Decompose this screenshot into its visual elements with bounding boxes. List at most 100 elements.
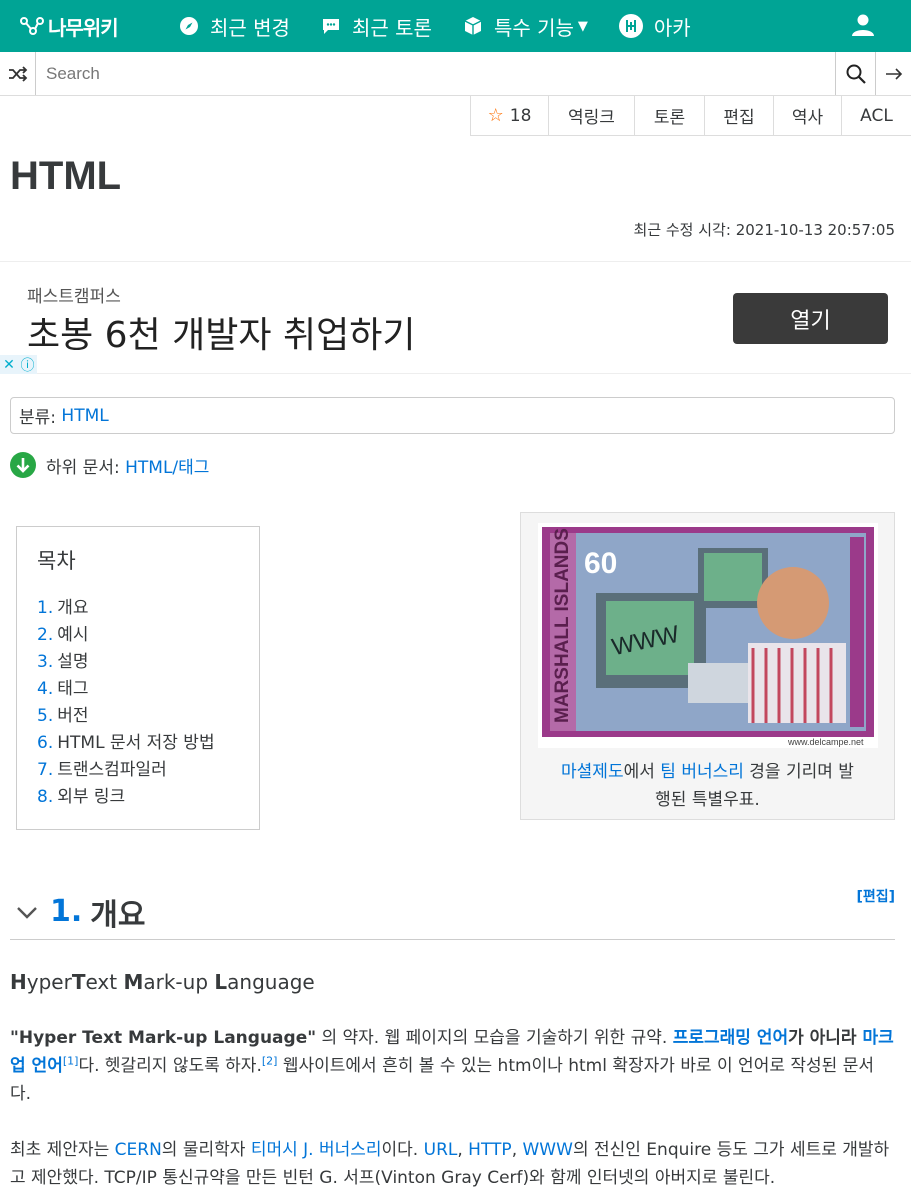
toc-item[interactable]: 4. 태그	[37, 676, 239, 703]
acronym-part: ark-up	[143, 970, 215, 994]
toc-num[interactable]: 5.	[37, 706, 53, 726]
backlinks-button[interactable]: 역링크	[548, 96, 634, 135]
toc-num[interactable]: 1.	[37, 598, 53, 618]
toc-item[interactable]: 3. 설명	[37, 649, 239, 676]
category-box: 분류: HTML	[10, 397, 895, 434]
last-modified: 최근 수정 시각: 2021-10-13 20:57:05	[634, 219, 895, 240]
section-edit-link[interactable]: [편집]	[856, 886, 895, 906]
nav-recent-changes-label: 최근 변경	[210, 15, 290, 40]
bold-text: 가 아니라	[788, 1028, 863, 1048]
stamp-value-text: 60	[584, 547, 617, 580]
acronym-part: ext	[85, 970, 124, 994]
toc-num[interactable]: 4.	[37, 679, 53, 699]
nav-special-functions[interactable]: 특수 기능 ▼	[462, 12, 588, 41]
toc-item[interactable]: 5. 버전	[37, 703, 239, 730]
acronym-letter: H	[10, 970, 27, 994]
acronym-letter: L	[214, 970, 228, 994]
paragraph-definition: "Hyper Text Mark-up Language" 의 약자. 웹 페이…	[10, 1024, 895, 1108]
discuss-button[interactable]: 토론	[634, 96, 704, 135]
nav-arca[interactable]: 아카	[618, 12, 691, 41]
last-modified-time: 2021-10-13 20:57:05	[735, 221, 895, 239]
paragraph-text: 의 약자. 웹 페이지의 모습을 기술하기 위한 규약.	[316, 1028, 673, 1048]
link-www[interactable]: WWW	[523, 1140, 573, 1160]
paragraph-text: ,	[511, 1140, 523, 1160]
compass-icon	[178, 15, 200, 37]
toc-label: 개요	[57, 598, 89, 618]
toc-num[interactable]: 2.	[37, 625, 53, 645]
toc-num[interactable]: 7.	[37, 760, 53, 780]
caption-link-marshall[interactable]: 마셜제도	[561, 762, 624, 782]
go-button[interactable]	[875, 52, 911, 95]
acl-button[interactable]: ACL	[841, 96, 911, 135]
subdoc-label: 하위 문서:	[46, 457, 120, 478]
star-icon: ☆	[487, 105, 504, 126]
ad-info-icon[interactable]: ⓘ	[18, 355, 37, 374]
toc-num[interactable]: 8.	[37, 787, 53, 807]
caption-text: 행된 특별우표.	[655, 790, 760, 810]
toc-item[interactable]: 6. HTML 문서 저장 방법	[37, 730, 239, 757]
nav-recent-discussions[interactable]: 최근 토론	[320, 12, 432, 41]
toc-item[interactable]: 7. 트랜스컴파일러	[37, 757, 239, 784]
link-http[interactable]: HTTP	[468, 1140, 512, 1160]
search-button[interactable]	[835, 52, 875, 95]
toc-title: 목차	[37, 549, 76, 573]
caption-text: 에서	[623, 762, 661, 782]
ad-close-icon[interactable]: ✕	[0, 355, 18, 374]
acronym-part: anguage	[227, 970, 315, 994]
link-programming-language[interactable]: 프로그래밍 언어	[673, 1028, 788, 1048]
toc-label: 설명	[57, 652, 89, 672]
last-modified-label: 최근 수정 시각:	[633, 221, 731, 239]
search-input[interactable]	[36, 52, 835, 95]
footnote-1[interactable]: [1]	[63, 1054, 79, 1067]
link-berners-lee[interactable]: 티머시 J. 버너스리	[251, 1140, 382, 1160]
stamp-country-text: MARSHALL ISLANDS	[552, 528, 573, 723]
history-button[interactable]: 역사	[773, 96, 841, 135]
comment-icon	[320, 15, 342, 37]
toc-item[interactable]: 1. 개요	[37, 595, 239, 622]
logo-icon	[20, 17, 44, 35]
ad-brand: 패스트캠퍼스	[27, 287, 121, 307]
arrow-down-circle-icon	[10, 452, 36, 478]
nav-recent-changes[interactable]: 최근 변경	[178, 12, 290, 41]
site-logo[interactable]: 나무위키	[20, 11, 144, 41]
caption-text: 경을 기리며 발	[743, 762, 854, 782]
arrow-right-icon	[885, 67, 902, 80]
category-link[interactable]: HTML	[61, 406, 108, 426]
section-heading-overview[interactable]: 1. 개요 [편집]	[10, 884, 895, 940]
toc-label: 태그	[57, 679, 89, 699]
toc-label: 외부 링크	[57, 787, 126, 807]
acronym-line: HyperText Mark-up Language	[10, 970, 315, 994]
ad-open-button[interactable]: 열기	[733, 293, 888, 344]
edit-button[interactable]: 편집	[704, 96, 773, 135]
search-icon	[846, 64, 866, 84]
paragraph-text: 이다.	[381, 1140, 424, 1160]
chevron-down-icon: ▼	[577, 18, 588, 34]
footnote-2[interactable]: [2]	[262, 1054, 278, 1067]
toc-item[interactable]: 2. 예시	[37, 622, 239, 649]
cube-icon	[462, 15, 484, 37]
star-button[interactable]: ☆ 18	[470, 96, 548, 135]
subdoc-link[interactable]: HTML/태그	[125, 453, 209, 478]
star-count: 18	[509, 105, 532, 126]
page-title: HTML	[10, 154, 122, 198]
toc-num[interactable]: 6.	[37, 733, 53, 753]
section-number[interactable]: 1.	[50, 894, 82, 929]
user-icon[interactable]	[851, 13, 875, 37]
random-page-button[interactable]	[0, 52, 36, 95]
link-url[interactable]: URL	[424, 1140, 458, 1160]
toc-label: 트랜스컴파일러	[57, 760, 167, 780]
ad-headline: 초봉 6천 개발자 취업하기	[27, 315, 416, 356]
stamp-image[interactable]: MARSHALL ISLANDS 60 WWW www.delcampe.net	[538, 523, 878, 748]
toc-label: 버전	[57, 706, 89, 726]
caption-link-berners-lee[interactable]: 팀 버너스리	[660, 762, 744, 782]
image-caption: 마셜제도에서 팀 버너스리 경을 기리며 발행된 특별우표.	[521, 758, 894, 814]
toc-num[interactable]: 3.	[37, 652, 53, 672]
image-box: MARSHALL ISLANDS 60 WWW www.delcampe.net…	[520, 512, 895, 820]
page-tools: ☆ 18 역링크 토론 편집 역사 ACL	[470, 96, 911, 136]
toc-item[interactable]: 8. 외부 링크	[37, 784, 239, 811]
chevron-down-icon[interactable]	[14, 902, 40, 922]
ad-banner[interactable]: 패스트캠퍼스 초봉 6천 개발자 취업하기 열기 ✕ ⓘ	[0, 261, 911, 374]
category-label: 분류:	[19, 408, 57, 428]
logo-text: 나무위키	[48, 15, 119, 40]
link-cern[interactable]: CERN	[115, 1140, 162, 1160]
